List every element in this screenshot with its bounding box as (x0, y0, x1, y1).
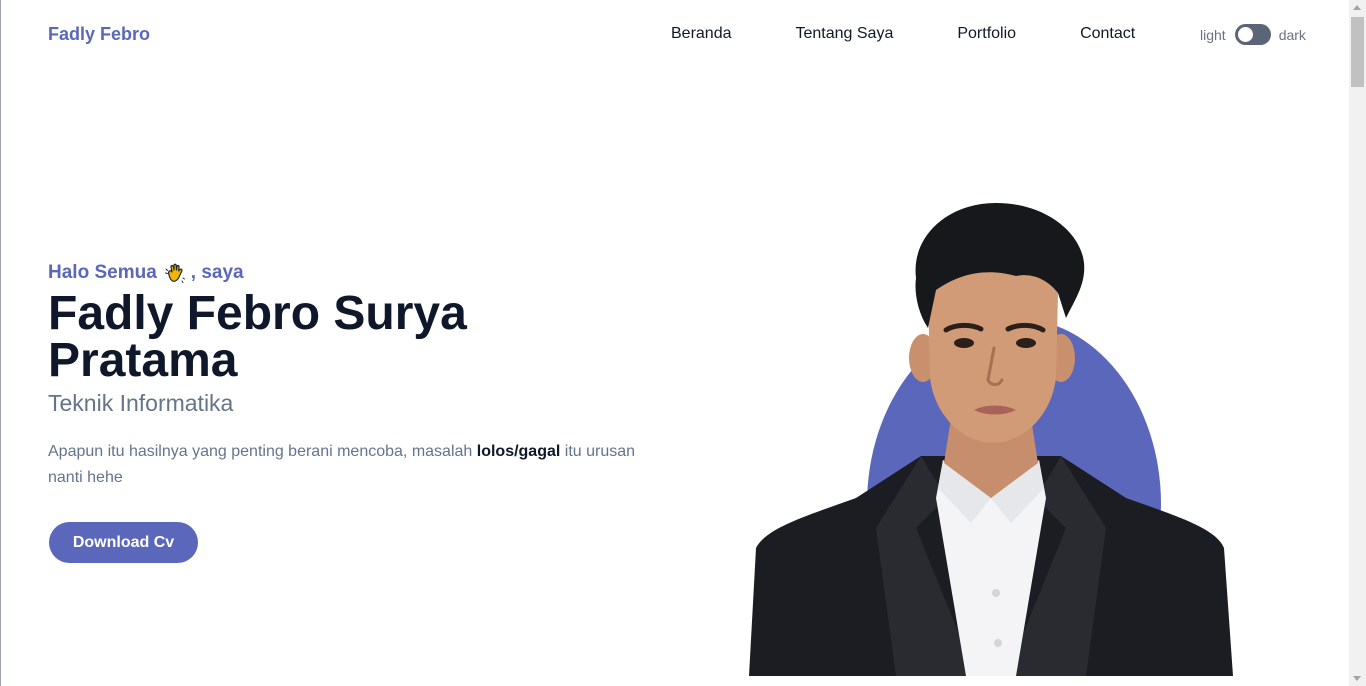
site-header: Fadly Febro Beranda Tentang Saya Portfol… (1, 0, 1350, 70)
theme-light-label: light (1200, 26, 1226, 43)
waving-hand-icon (163, 261, 187, 285)
greeting-text: Halo Semua (48, 262, 157, 283)
hero-description: Apapun itu hasilnya yang penting berani … (48, 439, 648, 491)
brand-logo[interactable]: Fadly Febro (48, 24, 150, 45)
description-text: Apapun itu hasilnya yang penting berani … (48, 443, 473, 460)
nav-tentang-saya[interactable]: Tentang Saya (796, 25, 894, 43)
theme-switcher: light dark (1200, 24, 1306, 45)
scroll-down-arrow-icon[interactable] (1353, 676, 1361, 681)
profile-photo (749, 203, 1233, 676)
description-bold: lolos/gagal (476, 443, 561, 460)
nav-beranda[interactable]: Beranda (671, 25, 732, 43)
nav-portfolio[interactable]: Portfolio (957, 25, 1016, 43)
page: Fadly Febro Beranda Tentang Saya Portfol… (0, 0, 1349, 686)
scroll-up-arrow-icon[interactable] (1353, 5, 1361, 10)
nav-contact[interactable]: Contact (1080, 25, 1135, 43)
hero-greeting: Halo Semua , saya (48, 261, 244, 285)
theme-dark-label: dark (1278, 26, 1306, 43)
hero-name: Fadly Febro Surya Pratama (48, 287, 467, 387)
hero-role: Teknik Informatika (48, 390, 234, 416)
page-scrollbar[interactable] (1349, 0, 1366, 686)
greeting-suffix: , saya (190, 262, 244, 283)
theme-toggle[interactable] (1234, 24, 1271, 45)
download-cv-button[interactable]: Download Cv (49, 522, 198, 563)
main-nav: Beranda Tentang Saya Portfolio Contact (671, 25, 1135, 43)
theme-toggle-knob (1237, 27, 1253, 42)
scrollbar-thumb[interactable] (1351, 17, 1364, 87)
